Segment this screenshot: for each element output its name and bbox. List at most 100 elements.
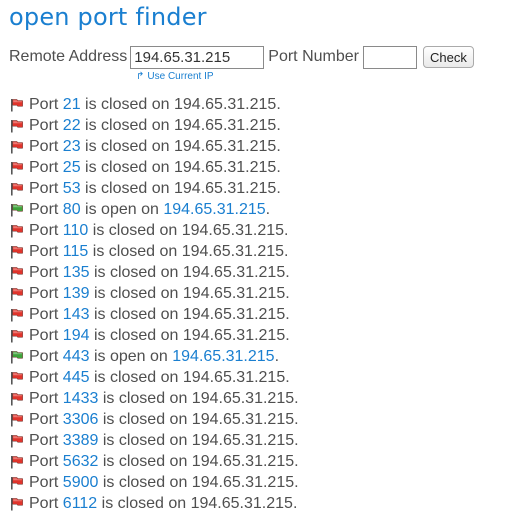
port-number-link[interactable]: 3389 bbox=[63, 430, 99, 451]
ip-address-text: 194.65.31.215 bbox=[181, 222, 285, 239]
port-number-link[interactable]: 445 bbox=[63, 367, 90, 388]
sentence-period: . bbox=[294, 411, 299, 428]
ip-address-text: 194.65.31.215 bbox=[174, 96, 277, 113]
sentence-period: . bbox=[292, 495, 298, 512]
port-word: Port bbox=[29, 159, 59, 176]
port-number-input[interactable] bbox=[362, 45, 417, 69]
ip-address-text: 194.65.31.215 bbox=[182, 306, 286, 323]
port-number-link[interactable]: 110 bbox=[63, 220, 89, 241]
port-number-link[interactable]: 139 bbox=[63, 283, 90, 304]
port-number-link[interactable]: 1433 bbox=[63, 388, 99, 409]
status-text: is open on bbox=[93, 348, 168, 365]
result-row: Port 194 is closed on 194.65.31.215. bbox=[10, 325, 299, 346]
port-number-link[interactable]: 6112 bbox=[63, 493, 97, 514]
result-row: Port 443 is open on 194.65.31.215. bbox=[10, 346, 299, 367]
ip-address-text: 194.65.31.215 bbox=[181, 243, 285, 260]
port-number-link[interactable]: 5632 bbox=[63, 451, 99, 472]
status-text: is closed on bbox=[92, 243, 178, 260]
port-number-link[interactable]: 5900 bbox=[63, 472, 99, 493]
sentence-period: . bbox=[294, 390, 299, 407]
port-number-link[interactable]: 22 bbox=[63, 115, 81, 136]
ip-address-text: 194.65.31.215 bbox=[182, 369, 286, 386]
page-title: open port finder bbox=[9, 3, 207, 31]
status-text: is closed on bbox=[85, 96, 170, 113]
port-number-link[interactable]: 23 bbox=[63, 136, 81, 157]
result-row: Port 110 is closed on 194.65.31.215. bbox=[10, 220, 299, 241]
closed-flag-icon bbox=[11, 182, 23, 195]
sentence-period: . bbox=[285, 327, 290, 344]
ip-address-link[interactable]: 194.65.31.215 bbox=[163, 199, 265, 220]
closed-flag-icon bbox=[11, 392, 23, 405]
result-row: Port 445 is closed on 194.65.31.215. bbox=[10, 367, 299, 388]
port-number-link[interactable]: 443 bbox=[63, 346, 90, 367]
result-row: Port 25 is closed on 194.65.31.215. bbox=[10, 157, 299, 178]
closed-flag-icon bbox=[11, 434, 23, 447]
port-word: Port bbox=[29, 180, 59, 197]
sentence-period: . bbox=[285, 306, 290, 323]
closed-flag-icon bbox=[11, 98, 23, 111]
closed-flag-icon bbox=[11, 497, 23, 510]
sentence-period: . bbox=[276, 138, 281, 155]
ip-address-text: 194.65.31.215 bbox=[191, 474, 295, 491]
port-word: Port bbox=[29, 243, 59, 260]
result-row: Port 3389 is closed on 194.65.31.215. bbox=[10, 430, 299, 451]
sentence-period: . bbox=[284, 222, 289, 239]
port-number-link[interactable]: 53 bbox=[63, 178, 81, 199]
port-word: Port bbox=[29, 96, 59, 113]
ip-address-text: 194.65.31.215 bbox=[191, 390, 295, 407]
closed-flag-icon bbox=[11, 140, 23, 153]
port-number-link[interactable]: 80 bbox=[63, 199, 81, 220]
port-number-link[interactable]: 25 bbox=[63, 157, 81, 178]
port-number-link[interactable]: 143 bbox=[63, 304, 90, 325]
open-flag-icon bbox=[11, 203, 23, 216]
ip-address-text: 194.65.31.215 bbox=[182, 327, 286, 344]
use-current-ip-link[interactable]: ↱ Use Current IP bbox=[136, 71, 214, 82]
port-word: Port bbox=[29, 348, 59, 365]
port-number-label: Port Number bbox=[268, 48, 359, 65]
status-text: is closed on bbox=[102, 411, 188, 428]
port-word: Port bbox=[29, 390, 59, 407]
port-number-link[interactable]: 21 bbox=[63, 94, 81, 115]
ip-address-text: 194.65.31.215 bbox=[174, 138, 277, 155]
check-button[interactable]: Check bbox=[422, 46, 474, 68]
closed-flag-icon bbox=[11, 476, 23, 489]
ip-address-text: 194.65.31.215 bbox=[190, 495, 293, 512]
closed-flag-icon bbox=[11, 245, 23, 258]
use-current-ip-label: Use Current IP bbox=[147, 71, 214, 82]
sentence-period: . bbox=[276, 96, 281, 113]
status-text: is closed on bbox=[102, 474, 188, 491]
result-row: Port 5632 is closed on 194.65.31.215. bbox=[10, 451, 299, 472]
status-text: is open on bbox=[85, 201, 159, 218]
status-text: is closed on bbox=[93, 285, 179, 302]
status-text: is closed on bbox=[93, 369, 179, 386]
port-number-link[interactable]: 194 bbox=[63, 325, 90, 346]
result-row: Port 115 is closed on 194.65.31.215. bbox=[10, 241, 299, 262]
closed-flag-icon bbox=[11, 287, 23, 300]
ip-address-link[interactable]: 194.65.31.215 bbox=[172, 346, 274, 367]
result-row: Port 3306 is closed on 194.65.31.215. bbox=[10, 409, 299, 430]
status-text: is closed on bbox=[102, 453, 188, 470]
remote-address-input[interactable] bbox=[130, 45, 265, 69]
result-row: Port 5900 is closed on 194.65.31.215. bbox=[10, 472, 299, 493]
status-text: is closed on bbox=[102, 432, 188, 449]
sentence-period: . bbox=[294, 453, 299, 470]
sentence-period: . bbox=[285, 264, 290, 281]
result-row: Port 23 is closed on 194.65.31.215. bbox=[10, 136, 299, 157]
closed-flag-icon bbox=[11, 308, 23, 321]
status-text: is closed on bbox=[101, 495, 187, 512]
closed-flag-icon bbox=[11, 224, 23, 237]
port-number-link[interactable]: 135 bbox=[63, 262, 90, 283]
result-row: Port 53 is closed on 194.65.31.215. bbox=[10, 178, 299, 199]
use-ip-arrow-icon: ↱ bbox=[136, 71, 145, 82]
ip-address-text: 194.65.31.215 bbox=[174, 117, 277, 134]
port-word: Port bbox=[29, 285, 59, 302]
port-number-link[interactable]: 3306 bbox=[63, 409, 99, 430]
port-word: Port bbox=[29, 201, 59, 218]
result-row: Port 1433 is closed on 194.65.31.215. bbox=[10, 388, 299, 409]
status-text: is closed on bbox=[85, 117, 170, 134]
closed-flag-icon bbox=[11, 119, 23, 132]
sentence-period: . bbox=[284, 243, 289, 260]
port-word: Port bbox=[29, 117, 59, 134]
sentence-period: . bbox=[294, 432, 299, 449]
port-number-link[interactable]: 115 bbox=[63, 241, 89, 262]
